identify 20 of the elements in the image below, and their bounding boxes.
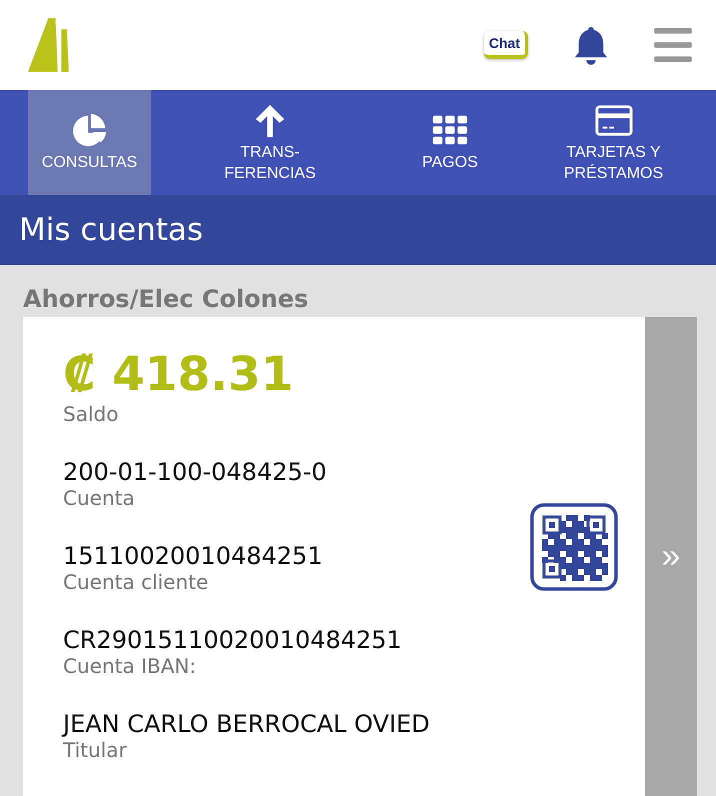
account-type: Ahorros/Elec Colones xyxy=(23,285,310,313)
nav-tab[interactable]: TARJETAS Y PRÉSTAMOS xyxy=(511,90,716,195)
field-label: Cuenta xyxy=(63,486,136,510)
chat-button[interactable]: Chat xyxy=(484,31,528,59)
field-label: Cuenta cliente xyxy=(63,570,210,594)
qr-code-icon[interactable] xyxy=(530,503,618,591)
field-value: CR29015110020010484251 xyxy=(63,626,403,654)
nav-tab[interactable]: PAGOS xyxy=(389,90,511,195)
menu-icon[interactable] xyxy=(654,28,692,62)
field-value: 200-01-100-048425-0 xyxy=(63,458,328,486)
bell-icon[interactable] xyxy=(574,25,608,65)
page-title: Mis cuentas xyxy=(19,212,204,248)
nav-tab[interactable]: TRANS- FERENCIAS xyxy=(151,90,389,195)
balance-amount: ₡ 418.31 xyxy=(63,347,294,402)
field-label: Cuenta IBAN: xyxy=(63,654,198,678)
field-value: JEAN CARLO BERROCAL OVIED xyxy=(63,710,431,738)
field-label: Titular xyxy=(63,738,128,762)
nav-tab[interactable]: CONSULTAS xyxy=(28,90,151,195)
balance-label: Saldo xyxy=(63,402,120,426)
field-value: 15110020010484251 xyxy=(63,542,324,570)
